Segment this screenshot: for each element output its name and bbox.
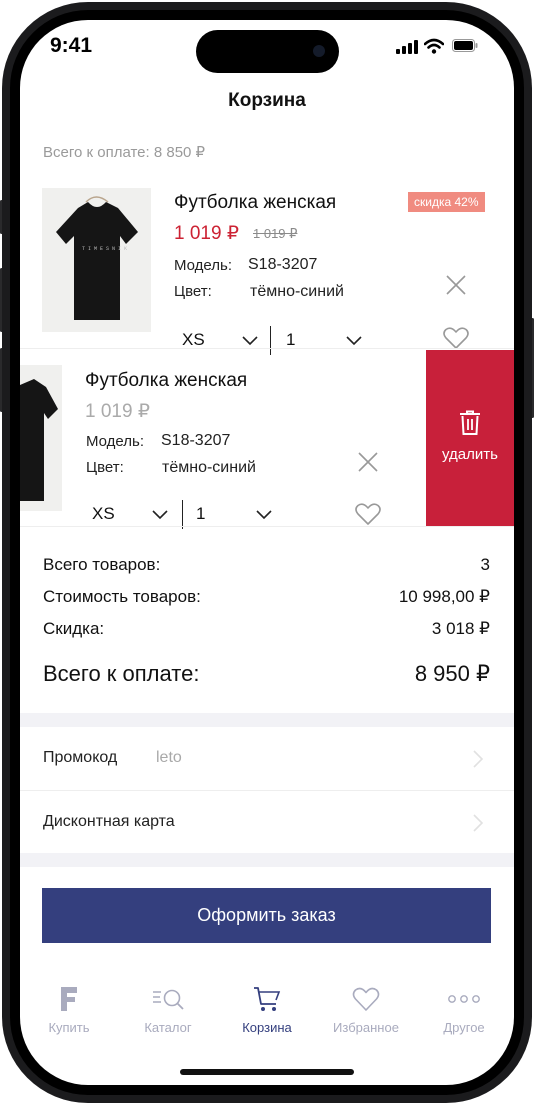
size-select[interactable]: XS xyxy=(172,322,262,350)
delete-label: удалить xyxy=(442,446,498,463)
color-value: тёмно-синий xyxy=(250,283,344,300)
product-price: 1 019 ₽ xyxy=(174,223,239,244)
model-label: Модель: xyxy=(174,257,233,274)
svg-text:T I M E S N I K: T I M E S N I K xyxy=(82,246,127,252)
chevron-down-icon xyxy=(152,510,168,520)
model-label: Модель: xyxy=(86,433,145,450)
close-icon[interactable] xyxy=(358,452,378,472)
product-name[interactable]: Футболка женская xyxy=(85,370,247,392)
select-divider xyxy=(182,500,183,529)
close-icon[interactable] xyxy=(446,275,466,295)
quantity-value: 1 xyxy=(196,504,206,523)
summary-discount: Скидка: 3 018 ₽ xyxy=(43,619,490,639)
color-value: тёмно-синий xyxy=(162,459,256,476)
product-name[interactable]: Футболка женская xyxy=(174,192,336,214)
more-dots-icon xyxy=(448,995,480,1003)
model-value: S18-3207 xyxy=(248,256,318,273)
chevron-down-icon xyxy=(256,510,272,520)
dynamic-island xyxy=(196,30,339,73)
quantity-select[interactable]: 1 xyxy=(190,496,280,524)
chevron-right-icon xyxy=(473,750,483,768)
home-indicator[interactable] xyxy=(180,1069,354,1075)
product-image[interactable]: T I M E S N I K xyxy=(42,188,151,332)
promo-label: Промокод xyxy=(43,749,118,766)
product-price: 1 019 ₽ xyxy=(85,401,150,422)
tab-label: Купить xyxy=(48,1020,90,1035)
summary-items-count: Всего товаров: 3 xyxy=(43,555,490,575)
tshirt-image: T I M E S N I K xyxy=(42,188,151,332)
chevron-down-icon xyxy=(242,336,258,346)
section-separator xyxy=(20,713,514,727)
summary-items-count-value: 3 xyxy=(480,555,490,574)
chevron-down-icon xyxy=(346,336,362,346)
size-select[interactable]: XS xyxy=(84,496,174,524)
heart-icon xyxy=(352,987,380,1011)
delete-button[interactable]: удалить xyxy=(426,350,514,526)
tab-catalog[interactable]: Каталог xyxy=(123,984,213,1035)
tab-label: Избранное xyxy=(333,1020,399,1035)
quantity-value: 1 xyxy=(286,330,296,349)
summary-discount-label: Скидка: xyxy=(43,619,105,638)
section-separator xyxy=(20,853,514,867)
cart-item-swiped[interactable]: Футболка женская 1 019 ₽ Модель: S18-320… xyxy=(20,350,514,529)
cart-item[interactable]: T I M E S N I K Футболка женская скидка … xyxy=(20,180,514,355)
discount-badge: скидка 42% xyxy=(408,192,485,212)
color-label: Цвет: xyxy=(174,283,212,300)
summary-cost-value: 10 998,00 ₽ xyxy=(398,587,490,606)
summary-discount-value: 3 018 ₽ xyxy=(431,619,490,638)
trash-icon xyxy=(460,410,480,435)
phone-frame: 9:41 Корзина Всего к оплате: 8 850 ₽ T I… xyxy=(0,0,534,1105)
product-image[interactable] xyxy=(20,365,62,511)
item-divider xyxy=(20,526,514,527)
cart-total-top: Всего к оплате: 8 850 ₽ xyxy=(43,144,206,161)
color-label: Цвет: xyxy=(86,459,124,476)
wifi-icon xyxy=(424,38,444,54)
catalog-search-icon xyxy=(153,989,184,1010)
item-divider xyxy=(20,348,514,349)
signal-icon xyxy=(396,40,418,54)
status-time: 9:41 xyxy=(50,34,93,57)
tshirt-image xyxy=(20,365,62,511)
tab-favorites[interactable]: Избранное xyxy=(321,984,411,1035)
cart-icon xyxy=(254,987,281,1011)
summary-total-label: Всего к оплате: xyxy=(43,661,200,686)
tab-buy[interactable]: Купить xyxy=(24,984,114,1035)
tab-more[interactable]: Другое xyxy=(419,984,509,1035)
tab-label: Другое xyxy=(443,1020,485,1035)
promo-value: leto xyxy=(156,749,182,766)
checkout-button[interactable]: Оформить заказ xyxy=(42,888,491,943)
tab-label: Корзина xyxy=(242,1020,292,1035)
product-old-price: 1 019 ₽ xyxy=(253,226,298,241)
promo-code-row[interactable]: Промокод leto xyxy=(20,727,514,790)
tab-label: Каталог xyxy=(144,1020,192,1035)
summary-cost: Стоимость товаров: 10 998,00 ₽ xyxy=(43,587,490,607)
tab-cart[interactable]: Корзина xyxy=(222,984,312,1035)
summary-total: Всего к оплате: 8 950 ₽ xyxy=(43,661,490,687)
size-value: XS xyxy=(92,504,115,523)
summary-items-count-label: Всего товаров: xyxy=(43,555,161,574)
summary-total-value: 8 950 ₽ xyxy=(414,661,490,686)
summary-cost-label: Стоимость товаров: xyxy=(43,587,201,606)
model-value: S18-3207 xyxy=(161,432,231,449)
discount-card-label: Дисконтная карта xyxy=(43,813,175,830)
size-value: XS xyxy=(182,330,205,349)
page-title: Корзина xyxy=(228,90,306,111)
chevron-right-icon xyxy=(473,814,483,832)
brand-logo-icon xyxy=(61,987,77,1011)
screen: 9:41 Корзина Всего к оплате: 8 850 ₽ T I… xyxy=(20,20,514,1085)
heart-icon[interactable] xyxy=(443,327,469,350)
battery-icon xyxy=(452,39,478,52)
discount-card-row[interactable]: Дисконтная карта xyxy=(20,791,514,853)
quantity-select[interactable]: 1 xyxy=(278,322,368,350)
heart-icon[interactable] xyxy=(355,503,381,526)
